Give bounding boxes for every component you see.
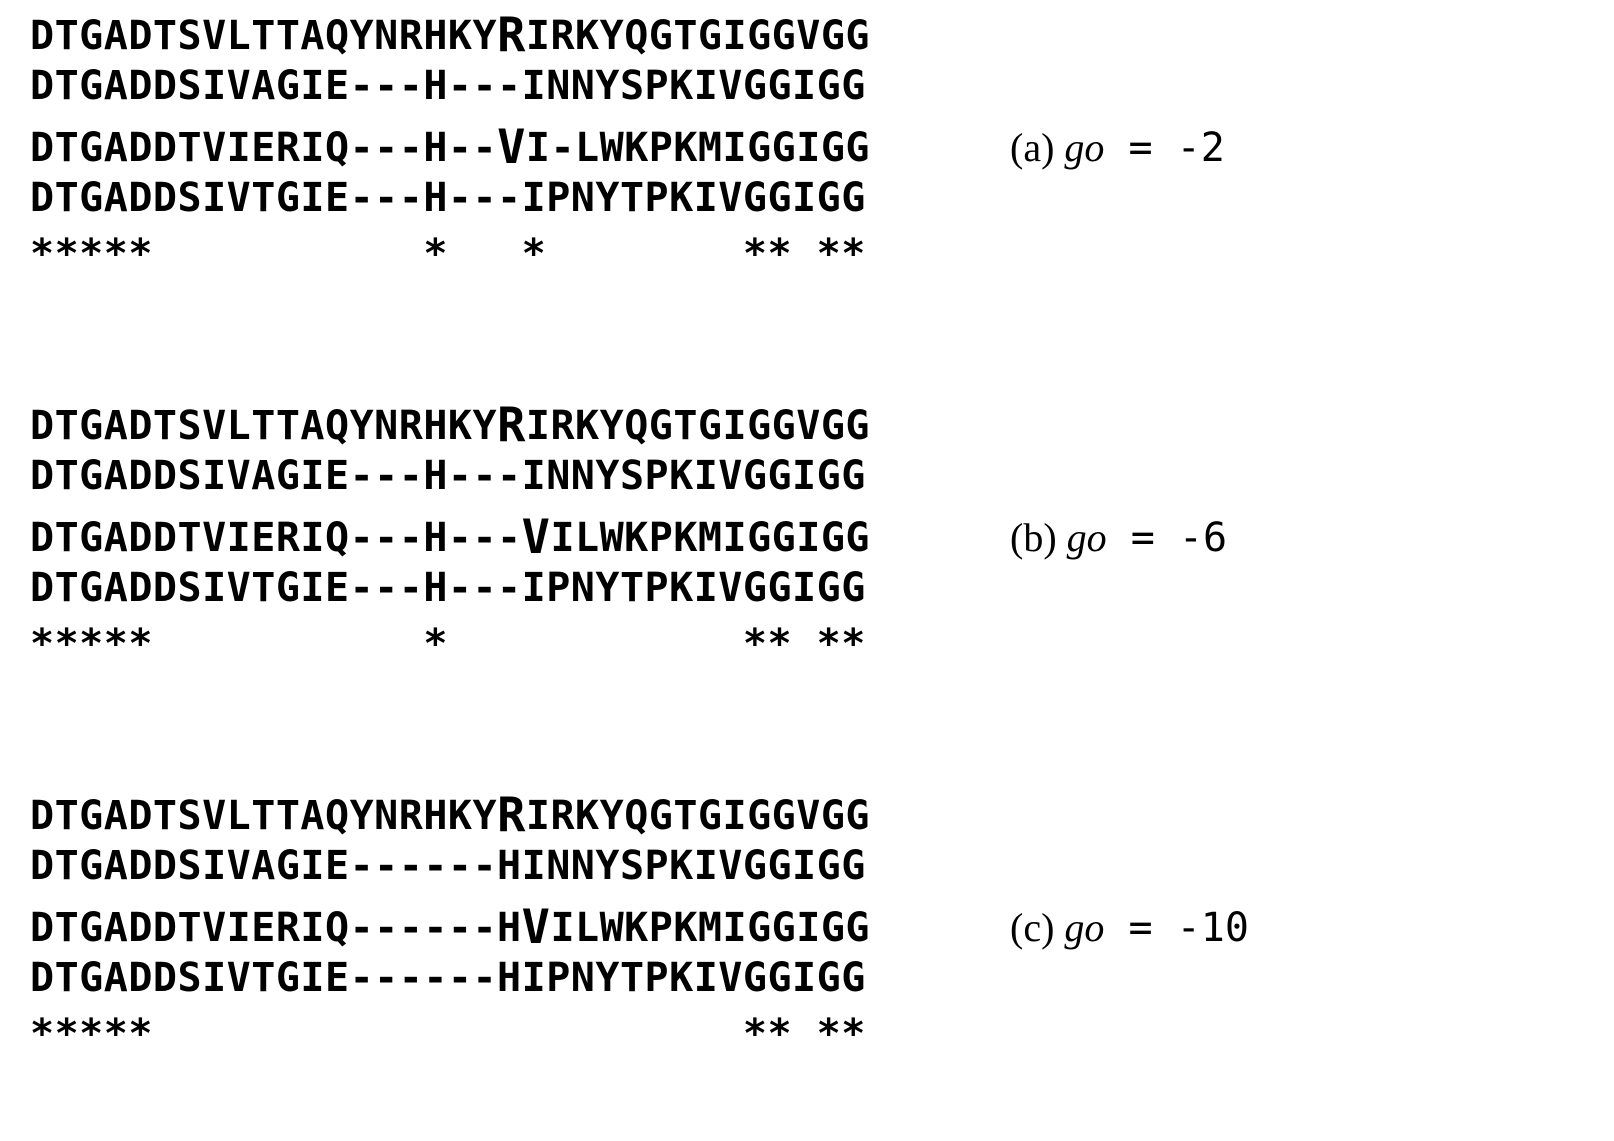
alignment-row: DTGADDSIVTGIE---H---IPNYTPKIVGGIGG <box>30 568 1584 624</box>
panel-label: (c) go = -10 <box>1010 908 1249 948</box>
alignment-row: DTGADDSIVAGIE---H---INNYSPKIVGGIGG <box>30 456 1584 512</box>
sequence-text: DTGADDSIVTGIE---H---IPNYTPKIVGGIGG <box>30 568 866 608</box>
sequence-text: DTGADDTVIERIQ------HVILWKPKMIGGIGG <box>30 902 870 949</box>
alignment-row: DTGADDSIVTGIE---H---IPNYTPKIVGGIGG <box>30 178 1584 234</box>
alignment-row: DTGADDSIVAGIE---H---INNYSPKIVGGIGG <box>30 66 1584 122</box>
highlight-residue: V <box>522 904 551 951</box>
conservation-marks: ***** * * ** ** <box>30 234 866 274</box>
highlight-residue: V <box>497 124 526 171</box>
alignment-row: DTGADTSVLTTAQYNRHKYRIRKYQGTGIGGVGG <box>30 790 1584 846</box>
sequence-text: DTGADDSIVTGIE---H---IPNYTPKIVGGIGG <box>30 178 866 218</box>
sequence-text: DTGADDSIVTGIE------HIPNYTPKIVGGIGG <box>30 958 866 998</box>
alignment-figure: DTGADTSVLTTAQYNRHKYRIRKYQGTGIGGVGG DTGAD… <box>0 0 1614 1070</box>
alignment-row: DTGADDTVIERIQ---H--VI-LWKPKMIGGIGG (a) g… <box>30 122 1584 178</box>
alignment-row: DTGADDTVIERIQ------HVILWKPKMIGGIGG (c) g… <box>30 902 1584 958</box>
sequence-text: DTGADDSIVAGIE---H---INNYSPKIVGGIGG <box>30 66 866 106</box>
conservation-row: ***** * * ** ** <box>30 234 1584 290</box>
alignment-block-c: DTGADTSVLTTAQYNRHKYRIRKYQGTGIGGVGG DTGAD… <box>30 790 1584 1070</box>
sequence-text: DTGADTSVLTTAQYNRHKYRIRKYQGTGIGGVGG <box>30 790 870 837</box>
alignment-row: DTGADDTVIERIQ---H---VILWKPKMIGGIGG (b) g… <box>30 512 1584 568</box>
sequence-text: DTGADDSIVAGIE------HINNYSPKIVGGIGG <box>30 846 866 886</box>
highlight-residue: R <box>497 792 526 839</box>
alignment-block-b: DTGADTSVLTTAQYNRHKYRIRKYQGTGIGGVGG DTGAD… <box>30 400 1584 680</box>
alignment-row: DTGADDSIVTGIE------HIPNYTPKIVGGIGG <box>30 958 1584 1014</box>
sequence-text: DTGADTSVLTTAQYNRHKYRIRKYQGTGIGGVGG <box>30 400 870 447</box>
conservation-row: ***** ** ** <box>30 1014 1584 1070</box>
sequence-text: DTGADTSVLTTAQYNRHKYRIRKYQGTGIGGVGG <box>30 10 870 57</box>
alignment-block-a: DTGADTSVLTTAQYNRHKYRIRKYQGTGIGGVGG DTGAD… <box>30 10 1584 290</box>
sequence-text: DTGADDTVIERIQ---H---VILWKPKMIGGIGG <box>30 512 870 559</box>
panel-label: (b) go = -6 <box>1010 518 1227 558</box>
sequence-text: DTGADDTVIERIQ---H--VI-LWKPKMIGGIGG <box>30 122 870 169</box>
highlight-residue: V <box>522 514 551 561</box>
alignment-row: DTGADDSIVAGIE------HINNYSPKIVGGIGG <box>30 846 1584 902</box>
highlight-residue: R <box>497 402 526 449</box>
highlight-residue: R <box>497 12 526 59</box>
conservation-marks: ***** * ** ** <box>30 624 866 664</box>
conservation-marks: ***** ** ** <box>30 1014 866 1054</box>
sequence-text: DTGADDSIVAGIE---H---INNYSPKIVGGIGG <box>30 456 866 496</box>
alignment-row: DTGADTSVLTTAQYNRHKYRIRKYQGTGIGGVGG <box>30 400 1584 456</box>
panel-label: (a) go = -2 <box>1010 128 1225 168</box>
conservation-row: ***** * ** ** <box>30 624 1584 680</box>
alignment-row: DTGADTSVLTTAQYNRHKYRIRKYQGTGIGGVGG <box>30 10 1584 66</box>
